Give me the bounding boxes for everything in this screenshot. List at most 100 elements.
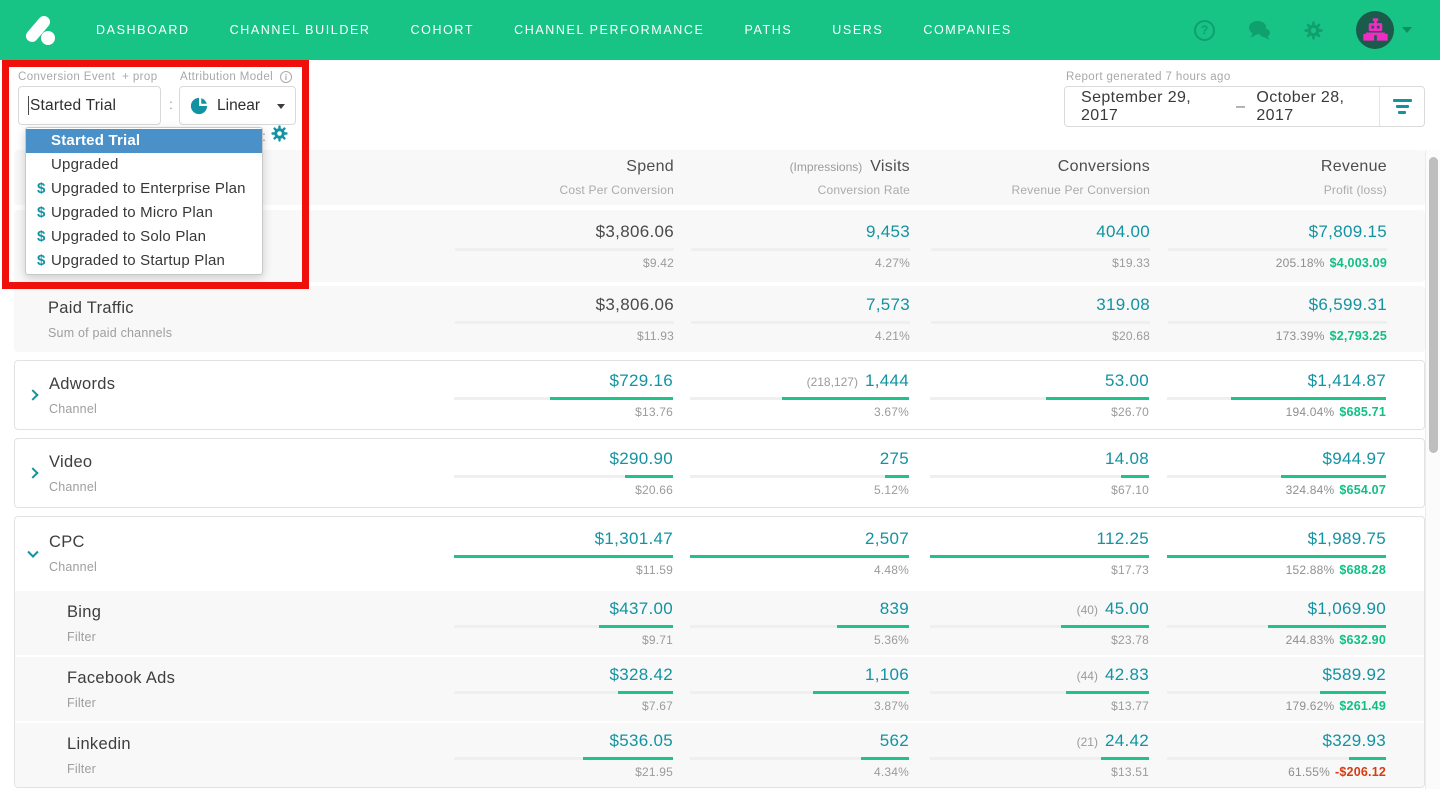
nav-item-companies[interactable]: COMPANIES [923, 23, 1012, 37]
dropdown-item[interactable]: Upgraded [26, 153, 262, 177]
value-bar-fill [1320, 691, 1386, 694]
value-bar [690, 475, 909, 478]
dropdown-item[interactable]: $ Upgraded to Startup Plan [26, 249, 262, 273]
table-row[interactable]: Facebook Ads Filter $328.42 $7.67 1,106 3.87%… [15, 655, 1424, 721]
filter-icon[interactable] [1380, 99, 1424, 114]
user-menu[interactable] [1356, 11, 1412, 49]
profit-percent: 152.88% [1285, 563, 1335, 577]
cell-sub-value: 4.34% [873, 765, 909, 779]
table-row[interactable]: Adwords Channel $729.16 $13.76 (218,127) 1,44… [15, 361, 1424, 429]
value-bar [690, 555, 909, 558]
cell-revenue: $329.93 61.55% -$206.12 [1149, 731, 1386, 779]
nav-item-cohort[interactable]: COHORT [411, 23, 475, 37]
cell-visits: 275 5.12% [673, 449, 909, 497]
cell-spend: $1,301.47 $11.59 [453, 529, 673, 577]
cell-main-value: 319.08 [1096, 295, 1150, 314]
row-subtitle: Sum of paid channels [48, 325, 173, 340]
scrollbar-track[interactable] [1425, 150, 1440, 789]
chevron-down-icon[interactable] [27, 546, 39, 558]
value-bar-fill [884, 475, 909, 478]
app-logo-icon[interactable] [20, 10, 60, 50]
value-bar-fill [1348, 757, 1386, 760]
cell-main-value: $3,806.06 [595, 295, 674, 314]
column-header-sub: Revenue Per Conversion [1011, 183, 1150, 197]
value-bar [1167, 757, 1386, 760]
value-bar [690, 625, 909, 628]
cell-main-value: $536.05 [609, 731, 673, 750]
cell-main-value: $290.90 [609, 449, 673, 468]
row-title-cell: Linkedin Filter [15, 735, 453, 776]
value-bar [454, 757, 673, 760]
attribution-model-select[interactable]: Linear [179, 86, 296, 125]
cell-conversions: (40) 45.00 $23.78 [909, 599, 1149, 647]
table-row[interactable]: Linkedin Filter $536.05 $21.95 562 4.34% (21) 2… [15, 721, 1424, 787]
dropdown-item[interactable]: $ Upgraded to Enterprise Plan [26, 177, 262, 201]
help-icon[interactable]: ? [1194, 19, 1215, 41]
table-row[interactable]: CPC Channel $1,301.47 $11.59 2,507 4.48% 112.2… [15, 517, 1424, 589]
value-bar-fill [1065, 691, 1149, 694]
chevron-right-icon[interactable] [27, 389, 39, 401]
nav-item-channel-performance[interactable]: CHANNEL PERFORMANCE [514, 23, 704, 37]
profit-line: 61.55% -$206.12 [1288, 765, 1386, 779]
dollar-icon: $ [37, 228, 46, 245]
cell-main-value: 7,573 [865, 295, 910, 314]
dropdown-item[interactable]: Started Trial [26, 129, 262, 153]
cell-main-value: $729.16 [609, 371, 673, 390]
value-bar-fill [1046, 397, 1149, 400]
value-bar [454, 475, 673, 478]
dropdown-item[interactable]: $ Upgraded to Micro Plan [26, 201, 262, 225]
table-row[interactable]: Video Channel $290.90 $20.66 275 5.12% 14.08 $6… [15, 439, 1424, 507]
row-title: Paid Traffic [48, 298, 134, 317]
cell-sub-value: 4.27% [874, 256, 910, 270]
value-bar [454, 555, 673, 558]
chevron-right-icon[interactable] [27, 467, 39, 479]
table-row[interactable]: Paid Traffic Sum of paid channels $3,806.0… [14, 286, 1425, 352]
conversion-event-input[interactable]: Started Trial [18, 86, 161, 125]
cell-sub-value: 3.67% [873, 405, 909, 419]
cell-visits: 839 5.36% [673, 599, 909, 647]
profit-percent: 324.84% [1285, 483, 1335, 497]
report-settings-gear-icon[interactable] [271, 125, 288, 147]
cell-revenue: $1,989.75 152.88% $688.28 [1149, 529, 1386, 577]
nav-item-users[interactable]: USERS [832, 23, 883, 37]
cell-main-value: $329.93 [1322, 731, 1386, 750]
gear-icon[interactable] [1304, 20, 1323, 40]
table-row[interactable]: Bing Filter $437.00 $9.71 839 5.36% (40) 45.00 $… [15, 589, 1424, 655]
row-subtitle: Channel [49, 559, 97, 574]
nav-item-channel-builder[interactable]: CHANNEL BUILDER [230, 23, 371, 37]
cell-main-value: 2,507 [864, 529, 909, 548]
cell-main-value: $437.00 [609, 599, 673, 618]
dropdown-item[interactable]: $ Upgraded to Solo Plan [26, 225, 262, 249]
cell-revenue: $6,599.31 173.39% $2,793.25 [1150, 295, 1387, 343]
nav-item-dashboard[interactable]: DASHBOARD [96, 23, 190, 37]
cell-sub-value: 3.87% [873, 699, 909, 713]
column-header: Spend Cost Per Conversion [454, 158, 674, 197]
value-bar [691, 248, 910, 251]
add-property-link[interactable]: + prop [122, 71, 157, 83]
cell-pre-value: (44) [1076, 669, 1098, 683]
value-bar [690, 757, 909, 760]
cell-sub-value: $11.93 [636, 329, 674, 343]
table-card: Video Channel $290.90 $20.66 275 5.12% 14.08 $6… [14, 438, 1425, 508]
profit-percent: 205.18% [1275, 256, 1325, 270]
cell-main-value: $1,301.47 [594, 529, 673, 548]
chat-icon[interactable] [1248, 20, 1271, 41]
value-bar-fill [550, 397, 673, 400]
scrollbar-thumb[interactable] [1429, 157, 1438, 453]
nav-right: ? [1194, 11, 1412, 49]
cell-spend: $290.90 $20.66 [453, 449, 673, 497]
nav-item-paths[interactable]: PATHS [744, 23, 792, 37]
cell-sub-value: 5.36% [873, 633, 909, 647]
profit-line: 173.39% $2,793.25 [1276, 329, 1387, 343]
cell-main-value: 53.00 [1104, 371, 1149, 390]
profit-value: $688.28 [1339, 563, 1386, 577]
value-bar [930, 475, 1149, 478]
row-title-cell: Adwords Channel [15, 375, 453, 416]
info-icon[interactable]: i [280, 71, 293, 83]
cell-sub-value: $23.78 [1111, 633, 1149, 647]
cell-main-value: $6,599.31 [1308, 295, 1387, 314]
value-bar [930, 397, 1149, 400]
value-bar [930, 625, 1149, 628]
cell-pre-value: (21) [1076, 735, 1098, 749]
date-range-picker[interactable]: September 29, 2017 – October 28, 2017 [1064, 86, 1425, 127]
